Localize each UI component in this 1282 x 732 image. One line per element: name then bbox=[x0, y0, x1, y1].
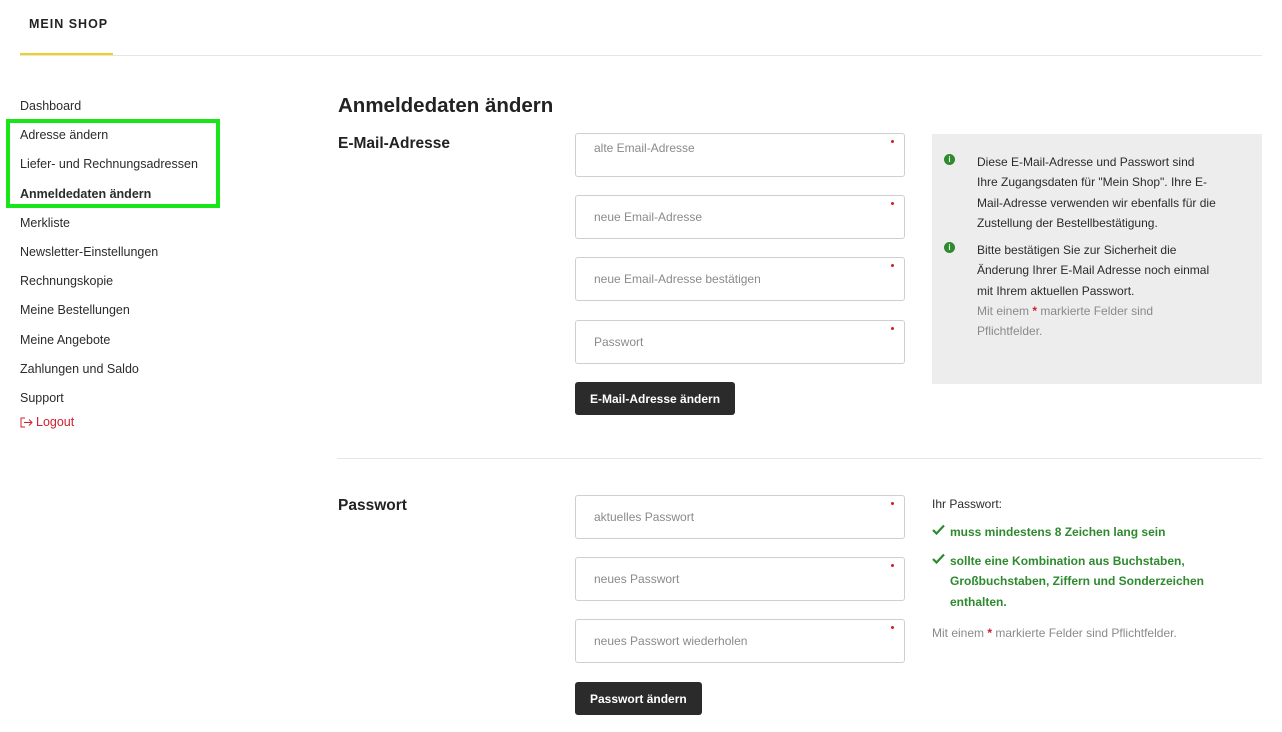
email-info-box: i Diese E-Mail-Adresse und Passwort sind… bbox=[932, 134, 1262, 384]
confirm-email-input[interactable] bbox=[594, 258, 884, 300]
info-icon: i bbox=[944, 242, 955, 253]
repeat-password-field[interactable] bbox=[575, 619, 905, 663]
sidebar-item-adresse-aendern[interactable]: Adresse ändern bbox=[20, 125, 280, 154]
top-navigation: MEIN SHOP bbox=[20, 0, 1262, 56]
password-rules-heading: Ihr Passwort: bbox=[932, 497, 1003, 511]
old-email-input[interactable] bbox=[594, 134, 884, 162]
required-dot bbox=[891, 626, 894, 629]
account-sidebar: Dashboard Adresse ändern Liefer- und Rec… bbox=[20, 96, 280, 432]
required-dot bbox=[891, 140, 894, 143]
logout-label: Logout bbox=[36, 415, 75, 430]
new-password-input[interactable] bbox=[594, 558, 884, 600]
logout-arrow-icon bbox=[20, 417, 33, 428]
page-title: Anmeldedaten ändern bbox=[338, 94, 554, 117]
check-icon bbox=[932, 553, 945, 564]
email-password-field[interactable] bbox=[575, 320, 905, 364]
sidebar-item-bestellungen[interactable]: Meine Bestellungen bbox=[20, 300, 280, 329]
sidebar-item-anmeldedaten-aendern[interactable]: Anmeldedaten ändern bbox=[20, 184, 280, 213]
password-section-title: Passwort bbox=[338, 497, 407, 514]
change-password-button[interactable]: Passwort ändern bbox=[575, 682, 702, 715]
tab-mein-shop[interactable]: MEIN SHOP bbox=[20, 0, 113, 55]
change-email-button[interactable]: E-Mail-Adresse ändern bbox=[575, 382, 736, 415]
sidebar-item-dashboard[interactable]: Dashboard bbox=[20, 96, 280, 125]
sidebar-item-liefer-rechnungsadressen[interactable]: Liefer- und Rechnungsadressen bbox=[20, 154, 280, 183]
info-icon: i bbox=[944, 154, 955, 165]
password-rule-text: sollte eine Kombination aus Buchstaben, … bbox=[950, 554, 1205, 609]
old-email-field[interactable] bbox=[575, 133, 905, 177]
required-note: Mit einem * markierte Felder sind Pflich… bbox=[977, 304, 1154, 339]
new-password-field[interactable] bbox=[575, 557, 905, 601]
sidebar-item-angebote[interactable]: Meine Angebote bbox=[20, 330, 280, 359]
required-dot bbox=[891, 264, 894, 267]
info-text: Bitte bestätigen Sie zur Sicherheit die … bbox=[977, 243, 1210, 298]
required-dot bbox=[891, 202, 894, 205]
info-text: Diese E-Mail-Adresse und Passwort sind I… bbox=[977, 155, 1216, 230]
password-rule-text: muss mindestens 8 Zeichen lang sein bbox=[950, 525, 1166, 539]
required-dot bbox=[891, 502, 894, 505]
tab-mein-shop-label: MEIN SHOP bbox=[29, 17, 109, 31]
logout-link[interactable]: Logout bbox=[20, 412, 280, 432]
sidebar-item-rechnungskopie[interactable]: Rechnungskopie bbox=[20, 271, 280, 300]
check-icon bbox=[932, 524, 945, 535]
current-password-input[interactable] bbox=[594, 496, 884, 538]
sidebar-item-zahlungen[interactable]: Zahlungen und Saldo bbox=[20, 359, 280, 388]
section-divider bbox=[337, 458, 1262, 459]
repeat-password-input[interactable] bbox=[594, 620, 884, 662]
required-dot bbox=[891, 327, 894, 330]
required-note: Mit einem * markierte Felder sind Pflich… bbox=[932, 626, 1177, 640]
confirm-email-field[interactable] bbox=[575, 257, 905, 301]
sidebar-item-merkliste[interactable]: Merkliste bbox=[20, 213, 280, 242]
current-password-field[interactable] bbox=[575, 495, 905, 539]
email-password-input[interactable] bbox=[594, 321, 884, 363]
new-email-input[interactable] bbox=[594, 196, 884, 238]
required-dot bbox=[891, 564, 894, 567]
sidebar-item-newsletter[interactable]: Newsletter-Einstellungen bbox=[20, 242, 280, 271]
email-section-title: E-Mail-Adresse bbox=[338, 135, 450, 152]
new-email-field[interactable] bbox=[575, 195, 905, 239]
